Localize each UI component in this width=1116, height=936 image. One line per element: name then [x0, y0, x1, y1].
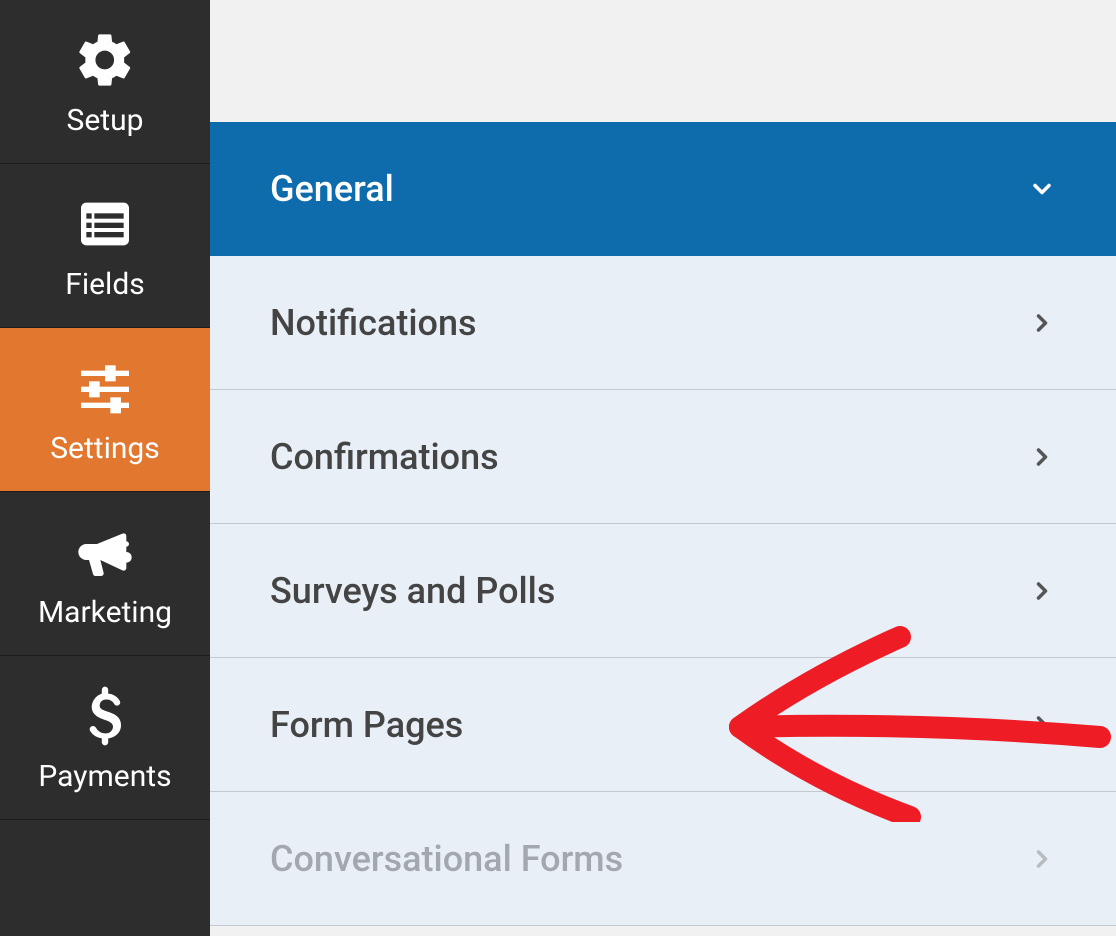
- sidebar-item-label: Setup: [67, 104, 144, 137]
- main-panel: General Notifications Confirmations Surv…: [210, 0, 1116, 936]
- dollar-icon: [73, 684, 137, 748]
- settings-row-label: General: [270, 168, 394, 210]
- settings-row-surveys-polls[interactable]: Surveys and Polls: [210, 524, 1116, 658]
- top-spacer: [210, 0, 1116, 122]
- gear-icon: [73, 28, 137, 92]
- sidebar-item-label: Settings: [50, 432, 160, 465]
- settings-row-label: Confirmations: [270, 436, 499, 478]
- settings-row-label: Conversational Forms: [270, 838, 623, 880]
- sidebar-item-fields[interactable]: Fields: [0, 164, 210, 328]
- sidebar-item-setup[interactable]: Setup: [0, 0, 210, 164]
- sidebar-item-label: Marketing: [38, 596, 172, 629]
- sidebar-item-settings[interactable]: Settings: [0, 328, 210, 492]
- settings-row-general[interactable]: General: [210, 122, 1116, 256]
- settings-row-form-pages[interactable]: Form Pages: [210, 658, 1116, 792]
- sidebar-item-label: Payments: [38, 760, 171, 793]
- settings-row-notifications[interactable]: Notifications: [210, 256, 1116, 390]
- sidebar-item-payments[interactable]: Payments: [0, 656, 210, 820]
- sidebar-item-marketing[interactable]: Marketing: [0, 492, 210, 656]
- sliders-icon: [73, 356, 137, 420]
- chevron-right-icon: [1028, 845, 1056, 873]
- chevron-right-icon: [1028, 577, 1056, 605]
- settings-row-confirmations[interactable]: Confirmations: [210, 390, 1116, 524]
- settings-row-label: Form Pages: [270, 704, 463, 746]
- settings-row-conversational-forms[interactable]: Conversational Forms: [210, 792, 1116, 926]
- chevron-right-icon: [1028, 711, 1056, 739]
- sidebar-nav: Setup Fields Settings: [0, 0, 210, 936]
- chevron-right-icon: [1028, 443, 1056, 471]
- app-container: Setup Fields Settings: [0, 0, 1116, 936]
- bullhorn-icon: [73, 520, 137, 584]
- settings-row-label: Notifications: [270, 302, 477, 344]
- chevron-down-icon: [1028, 175, 1056, 203]
- list-icon: [73, 192, 137, 256]
- settings-row-label: Surveys and Polls: [270, 570, 555, 612]
- chevron-right-icon: [1028, 309, 1056, 337]
- sidebar-item-label: Fields: [65, 268, 144, 301]
- settings-list: General Notifications Confirmations Surv…: [210, 122, 1116, 926]
